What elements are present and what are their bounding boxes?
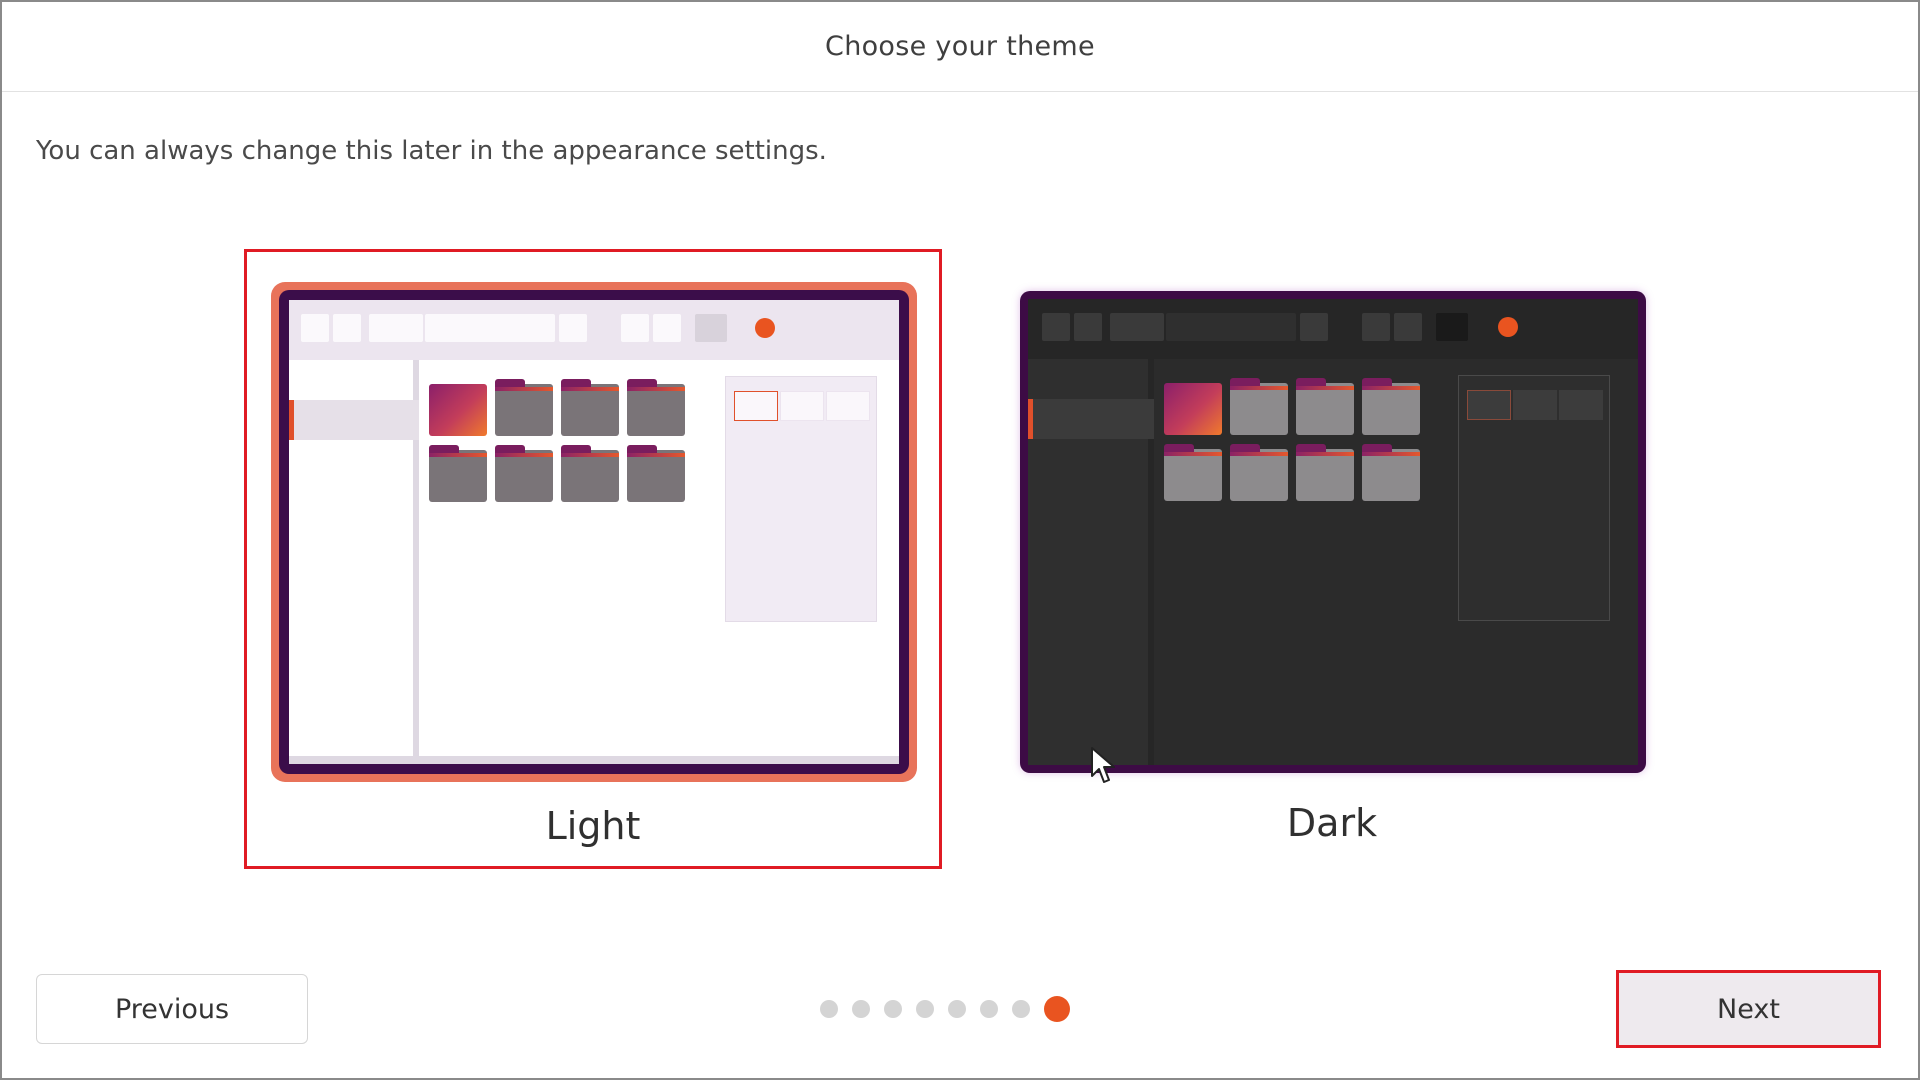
folder-icon — [1296, 444, 1354, 501]
dark-theme-preview — [1020, 291, 1646, 773]
folder-icon — [1164, 383, 1222, 435]
light-theme-preview — [271, 282, 917, 782]
page-dot — [852, 1000, 870, 1018]
next-button[interactable]: Next — [1616, 970, 1881, 1048]
theme-label-dark: Dark — [1286, 801, 1378, 845]
folder-icon — [561, 445, 619, 502]
previous-button[interactable]: Previous — [36, 974, 308, 1044]
theme-option-light[interactable]: Light — [244, 249, 942, 869]
folder-icon — [1296, 378, 1354, 435]
header-bar: Choose your theme — [2, 2, 1918, 92]
folder-icon — [627, 445, 685, 502]
folder-icon — [1230, 444, 1288, 501]
page-dot — [980, 1000, 998, 1018]
mouse-pointer-icon — [1091, 747, 1115, 783]
page-indicator — [820, 996, 1070, 1022]
folder-icon — [1164, 444, 1222, 501]
folder-icon — [495, 379, 553, 436]
page-subtitle: You can always change this later in the … — [36, 136, 827, 166]
close-dot-icon — [755, 318, 775, 338]
page-dot — [1012, 1000, 1030, 1018]
page-title: Choose your theme — [825, 31, 1095, 62]
close-dot-icon — [1498, 317, 1518, 337]
page-dot — [948, 1000, 966, 1018]
theme-label-light: Light — [545, 804, 641, 848]
page-dot — [820, 1000, 838, 1018]
folder-icon — [429, 445, 487, 502]
folder-icon — [1362, 378, 1420, 435]
folder-icon — [1230, 378, 1288, 435]
setup-window: Choose your theme You can always change … — [0, 0, 1920, 1080]
folder-icon — [1362, 444, 1420, 501]
folder-icon — [495, 445, 553, 502]
folder-icon — [561, 379, 619, 436]
page-dot — [884, 1000, 902, 1018]
folder-icon — [627, 379, 685, 436]
page-dot-active — [1044, 996, 1070, 1022]
page-dot — [916, 1000, 934, 1018]
folder-icon — [429, 384, 487, 436]
